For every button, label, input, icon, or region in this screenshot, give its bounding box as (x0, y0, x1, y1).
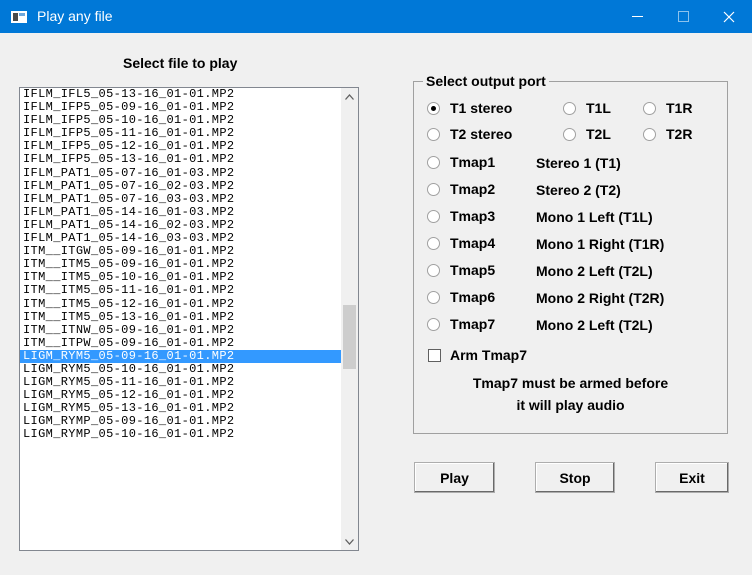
radio-button (427, 290, 440, 304)
output-port-group-title: Select output port (423, 73, 549, 89)
arm-note-line2: it will play audio (516, 397, 625, 413)
tmap5-description: Mono 2 Left (T2L) (536, 263, 653, 279)
scroll-up-button[interactable] (341, 88, 358, 105)
radio-tmap5[interactable]: Tmap5 (427, 262, 495, 278)
arm-tmap7-label: Arm Tmap7 (450, 347, 528, 363)
radio-button (643, 101, 656, 115)
window-title: Play any file (37, 8, 113, 24)
radio-label: T2L (586, 126, 611, 142)
radio-label: T1 stereo (450, 100, 513, 116)
list-item[interactable]: IFLM_PAT1_05-07-16_02-03.MP2 (20, 179, 341, 193)
radio-label: Tmap7 (450, 316, 496, 332)
radio-tmap6[interactable]: Tmap6 (427, 289, 495, 305)
radio-button (427, 236, 440, 250)
checkbox-box (428, 348, 441, 362)
list-item[interactable]: ITM__ITPW_05-09-16_01-01.MP2 (20, 336, 341, 350)
exit-button[interactable]: Exit (655, 462, 729, 493)
play-button[interactable]: Play (414, 462, 495, 493)
radio-button (427, 209, 440, 223)
radio-button (563, 127, 576, 141)
close-button[interactable] (706, 0, 752, 33)
app-icon (11, 11, 27, 23)
tmap6-description: Mono 2 Right (T2R) (536, 290, 665, 306)
file-listbox[interactable]: IFLM_IFL5_05-13-16_01-01.MP2 IFLM_IFP5_05… (19, 87, 359, 551)
radio-tmap2[interactable]: Tmap2 (427, 181, 495, 197)
radio-label: Tmap3 (450, 208, 496, 224)
chevron-up-icon (345, 93, 354, 100)
radio-t1l[interactable]: T1L (563, 100, 611, 116)
list-item[interactable]: IFLM_PAT1_05-07-16_03-03.MP2 (20, 192, 341, 206)
chevron-down-icon (345, 538, 354, 545)
radio-t1-stereo[interactable]: T1 stereo (427, 100, 512, 116)
radio-button (563, 101, 576, 115)
radio-t2-stereo[interactable]: T2 stereo (427, 126, 512, 142)
maximize-button[interactable] (660, 0, 706, 33)
tmap7-description: Mono 2 Left (T2L) (536, 317, 653, 333)
radio-t2l[interactable]: T2L (563, 126, 611, 142)
radio-t1r[interactable]: T1R (643, 100, 692, 116)
list-item[interactable]: ITM__ITNW_05-09-16_01-01.MP2 (20, 323, 341, 337)
list-item[interactable]: ITM__ITM5_05-12-16_01-01.MP2 (20, 297, 341, 311)
list-item[interactable]: ITM__ITM5_05-11-16_01-01.MP2 (20, 284, 341, 297)
list-item[interactable]: IFLM_PAT1_05-07-16_01-03.MP2 (20, 166, 341, 180)
radio-label: T2 stereo (450, 126, 513, 142)
tmap1-description: Stereo 1 (T1) (536, 155, 621, 171)
list-item[interactable]: IFLM_PAT1_05-14-16_01-03.MP2 (20, 205, 341, 219)
title-bar: Play any file (0, 0, 752, 33)
list-item[interactable]: ITM__ITM5_05-13-16_01-01.MP2 (20, 310, 341, 324)
tmap2-description: Stereo 2 (T2) (536, 182, 621, 198)
file-list-heading: Select file to play (123, 55, 238, 71)
radio-button (427, 127, 440, 141)
arm-tmap7-checkbox[interactable]: Arm Tmap7 (428, 347, 527, 363)
arm-note-line1: Tmap7 must be armed before (472, 375, 669, 391)
radio-label: T1L (586, 100, 611, 116)
radio-label: Tmap6 (450, 289, 496, 305)
radio-button (427, 263, 440, 277)
list-item[interactable]: LIGM_RYMP_05-10-16_01-01.MP2 (20, 428, 341, 441)
radio-tmap4[interactable]: Tmap4 (427, 235, 495, 251)
tmap3-description: Mono 1 Left (T1L) (536, 209, 653, 225)
radio-tmap1[interactable]: Tmap1 (427, 154, 495, 170)
list-item[interactable]: IFLM_IFP5_05-13-16_01-01.MP2 (20, 153, 341, 166)
radio-button (427, 317, 440, 331)
radio-button (427, 155, 440, 169)
radio-button (643, 127, 656, 141)
radio-tmap3[interactable]: Tmap3 (427, 208, 495, 224)
radio-label: T1R (666, 100, 693, 116)
radio-label: Tmap2 (450, 181, 496, 197)
radio-button (427, 101, 440, 115)
vertical-scrollbar[interactable] (341, 88, 358, 550)
maximize-icon (677, 11, 689, 22)
radio-label: Tmap4 (450, 235, 496, 251)
radio-button (427, 182, 440, 196)
list-item[interactable]: LIGM_RYM5_05-09-16_01-01.MP2 (20, 349, 341, 363)
scroll-down-button[interactable] (341, 533, 358, 550)
stop-button[interactable]: Stop (535, 462, 615, 493)
minimize-icon (631, 16, 643, 17)
radio-label: T2R (666, 126, 693, 142)
close-icon (723, 11, 735, 22)
radio-label: Tmap1 (450, 154, 496, 170)
scrollbar-thumb[interactable] (343, 305, 356, 370)
minimize-button[interactable] (614, 0, 660, 33)
radio-tmap7[interactable]: Tmap7 (427, 316, 495, 332)
file-list-items: IFLM_IFL5_05-13-16_01-01.MP2 IFLM_IFP5_05… (20, 88, 341, 550)
radio-label: Tmap5 (450, 262, 496, 278)
tmap4-description: Mono 1 Right (T1R) (536, 236, 665, 252)
radio-t2r[interactable]: T2R (643, 126, 692, 142)
